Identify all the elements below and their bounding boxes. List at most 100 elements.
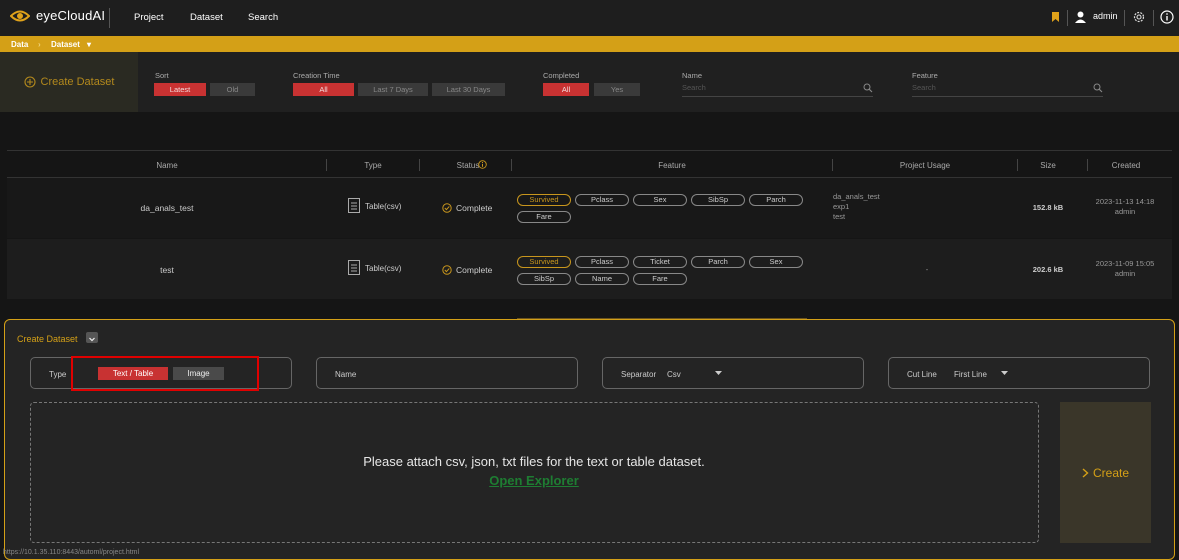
table-file-icon [348, 198, 360, 213]
creation-time-all-button[interactable]: All [293, 83, 354, 96]
sort-old-button[interactable]: Old [210, 83, 255, 96]
separator-select[interactable]: Csv [667, 366, 727, 382]
caret-down-icon [715, 371, 722, 375]
divider [1153, 10, 1154, 26]
created-by: admin [1114, 207, 1136, 216]
header-created[interactable]: Created [1106, 161, 1146, 170]
nav-search[interactable]: Search [248, 12, 278, 23]
plus-circle-icon [23, 76, 36, 88]
file-drop-zone[interactable]: Please attach csv, json, txt files for t… [30, 402, 1039, 543]
nav-project[interactable]: Project [134, 12, 164, 23]
user-name[interactable]: admin [1093, 11, 1118, 21]
header-type[interactable]: Type [333, 161, 413, 170]
panel-title: Create Dataset [17, 334, 78, 344]
dataset-status: Complete [456, 203, 493, 213]
table-row[interactable]: test Table(csv) Complete Survived Pclass… [7, 239, 1172, 299]
project-usage-item[interactable]: da_anals_test [833, 192, 880, 202]
breadcrumb-separator: › [38, 40, 41, 49]
dataset-name[interactable]: da_anals_test [127, 203, 207, 213]
feature-tag: SibSp [691, 194, 745, 206]
completed-label: Completed [543, 71, 580, 80]
dataset-name-input[interactable]: Name [316, 357, 578, 389]
project-usage-item[interactable]: test [833, 212, 880, 222]
status-info-icon[interactable] [478, 160, 487, 169]
feature-tag: Parch [691, 256, 745, 268]
created-date: 2023-11-09 15:05 [1095, 259, 1155, 268]
nav-dataset[interactable]: Dataset [190, 12, 223, 23]
divider [1067, 10, 1068, 26]
bookmark-icon[interactable] [1051, 11, 1060, 23]
search-icon[interactable] [1093, 83, 1103, 93]
completed-yes-button[interactable]: Yes [594, 83, 640, 96]
collapse-panel-button[interactable] [86, 332, 98, 343]
table-row[interactable]: da_anals_test Table(csv) Complete Surviv… [7, 178, 1172, 238]
cutline-select[interactable]: First Line [954, 366, 1024, 382]
create-dataset-button[interactable]: Create Dataset [0, 52, 138, 112]
cutline-value: First Line [954, 370, 987, 379]
name-search-placeholder: Search [682, 83, 706, 92]
user-icon [1075, 11, 1086, 23]
info-icon[interactable] [1160, 10, 1174, 24]
open-explorer-link[interactable]: Open Explorer [489, 473, 579, 488]
sort-latest-button[interactable]: Latest [154, 83, 206, 96]
feature-search-placeholder: Search [912, 83, 936, 92]
breadcrumb-dropdown-icon[interactable]: ▾ [87, 40, 91, 49]
created-by: admin [1114, 269, 1136, 278]
status-bar-url: https://10.1.35.110:8443/automl/project.… [3, 549, 140, 556]
feature-tag: Fare [633, 273, 687, 285]
project-usage-item[interactable]: exp1 [833, 202, 880, 212]
open-explorer-wrap: Open Explorer [31, 472, 1037, 490]
feature-tag: Parch [749, 194, 803, 206]
creation-time-label: Creation Time [293, 71, 340, 80]
dataset-size: 152.8 kB [1032, 203, 1064, 212]
search-icon[interactable] [863, 83, 873, 93]
name-search-input[interactable]: Search [682, 83, 873, 97]
sort-label: Sort [155, 71, 169, 80]
create-button-label: Create [1092, 465, 1130, 480]
type-label: Type [49, 370, 67, 379]
creation-time-30days-button[interactable]: Last 30 Days [432, 83, 505, 96]
separator-label: Separator [621, 370, 657, 379]
divider [1124, 10, 1125, 26]
divider [511, 159, 512, 171]
header-project-usage[interactable]: Project Usage [875, 161, 975, 170]
table-file-icon [348, 260, 360, 275]
breadcrumb-data[interactable]: Data [11, 40, 28, 49]
feature-tag: Pclass [575, 256, 629, 268]
breadcrumb-dataset[interactable]: Dataset [51, 40, 80, 49]
app-name: eyeCloudAI [36, 8, 106, 23]
feature-search-input[interactable]: Search [912, 83, 1103, 97]
dataset-type: Table(csv) [365, 264, 402, 273]
gear-icon[interactable] [1132, 10, 1146, 24]
header-size[interactable]: Size [1028, 161, 1068, 170]
completed-all-button[interactable]: All [543, 83, 589, 96]
feature-tag: Ticket [633, 256, 687, 268]
feature-tag-target: Survived [517, 256, 571, 268]
feature-tag-target: Survived [517, 194, 571, 206]
create-button[interactable]: Create [1060, 402, 1151, 543]
divider [326, 159, 327, 171]
app-logo[interactable]: eyeCloudAI [10, 8, 105, 23]
feature-tag: Fare [517, 211, 571, 223]
dataset-size: 202.6 kB [1032, 265, 1064, 274]
header-feature[interactable]: Feature [632, 161, 712, 170]
divider [1017, 159, 1018, 171]
feature-tag: SibSp [517, 273, 571, 285]
check-circle-icon [442, 203, 452, 213]
feature-filter-label: Feature [912, 71, 938, 80]
top-bar: eyeCloudAI Project Dataset Search admin [0, 0, 1179, 36]
header-name[interactable]: Name [127, 161, 207, 170]
separator-field: Separator Csv [602, 357, 864, 389]
created-info: 2023-11-09 15:05 admin [1089, 259, 1161, 279]
highlight-box [71, 356, 259, 391]
creation-time-7days-button[interactable]: Last 7 Days [358, 83, 428, 96]
caret-down-icon [1001, 371, 1008, 375]
create-dataset-panel: Create Dataset Type Text / Table Image N… [4, 319, 1175, 560]
dataset-name[interactable]: test [127, 265, 207, 275]
chevron-right-icon [1082, 467, 1089, 478]
separator-value: Csv [667, 370, 681, 379]
project-usage-list: da_anals_test exp1 test [833, 192, 880, 222]
cutline-label: Cut Line [907, 370, 937, 379]
chevron-down-icon [89, 337, 95, 342]
create-dataset-label: Create Dataset [40, 76, 115, 88]
